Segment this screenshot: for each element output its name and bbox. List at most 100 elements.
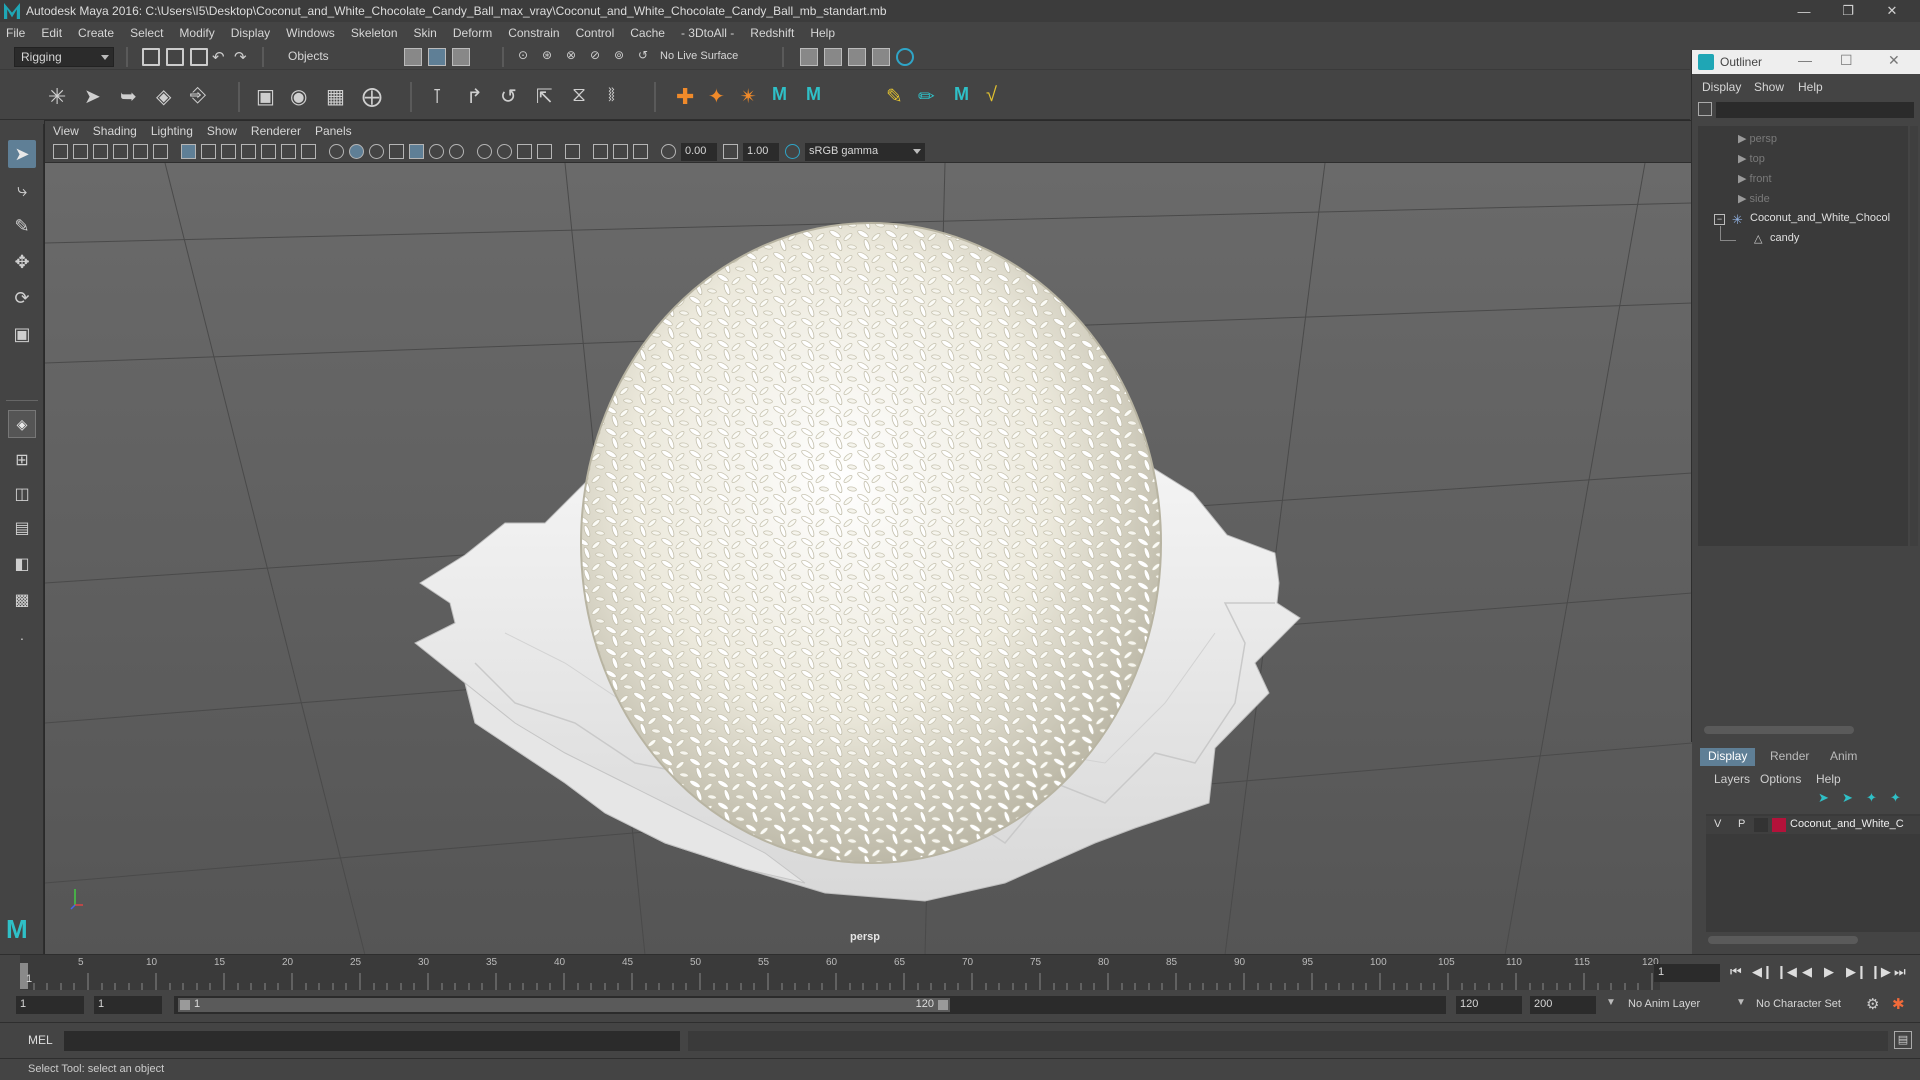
command-language-label[interactable]: MEL xyxy=(28,1033,53,1047)
animation-start-field[interactable]: 1 xyxy=(16,996,84,1014)
menu-control[interactable]: Control xyxy=(576,26,615,40)
menu-windows[interactable]: Windows xyxy=(286,26,335,40)
bookmark-icon[interactable] xyxy=(93,144,108,159)
scale-constraint-icon[interactable]: ⇱ xyxy=(536,84,562,110)
lasso-tool-icon[interactable]: ⤷ xyxy=(8,176,36,204)
motion-blur-icon[interactable] xyxy=(497,144,512,159)
snap-grid-icon[interactable]: ⊙ xyxy=(518,48,536,66)
film-gate-icon[interactable] xyxy=(201,144,216,159)
point-constraint-icon[interactable]: ⊺ xyxy=(432,84,458,110)
scale-tool-icon[interactable]: ▣ xyxy=(8,320,36,348)
shadows-icon[interactable] xyxy=(429,144,444,159)
ipr-render-icon[interactable] xyxy=(848,48,866,66)
wireframe-on-shaded-icon[interactable] xyxy=(369,144,384,159)
field-chart-icon[interactable] xyxy=(261,144,276,159)
step-back-key-icon[interactable]: ❙◀ xyxy=(1776,964,1797,980)
maximize-icon[interactable]: ☐ xyxy=(1840,52,1853,69)
auto-key-icon[interactable]: ⚙ xyxy=(1866,995,1879,1013)
snap-live-icon[interactable]: ↺ xyxy=(638,48,656,66)
safe-action-icon[interactable] xyxy=(281,144,296,159)
paint-skin-icon[interactable]: ✏ xyxy=(918,84,944,110)
textured-icon[interactable] xyxy=(389,144,404,159)
step-back-icon[interactable]: ◀❙ xyxy=(1752,964,1773,980)
new-layer-selected-icon[interactable]: ✦ xyxy=(1890,790,1901,806)
undo-icon[interactable]: ↶ xyxy=(212,48,230,66)
move-tool-icon[interactable]: ✥ xyxy=(8,248,36,276)
select-component-icon[interactable] xyxy=(452,48,470,66)
layer-tab-render[interactable]: Render xyxy=(1762,748,1817,766)
playback-start-field[interactable]: 1 xyxy=(94,996,162,1014)
smooth-shade-icon[interactable] xyxy=(349,144,364,159)
move-layer-up-icon[interactable]: ➤ xyxy=(1818,790,1829,806)
insert-joint-icon[interactable]: ◈ xyxy=(156,84,182,110)
layer-color-swatch[interactable] xyxy=(1772,818,1786,832)
menu-skin[interactable]: Skin xyxy=(414,26,437,40)
lattice-icon[interactable]: ▦ xyxy=(326,84,352,110)
outliner-item-side[interactable]: ▶ side xyxy=(1738,192,1770,205)
camera-select-icon[interactable] xyxy=(53,144,68,159)
close-icon[interactable]: ✕ xyxy=(1888,52,1900,69)
minimize-button[interactable]: — xyxy=(1782,0,1826,22)
range-bar[interactable]: 1 120 xyxy=(174,996,1446,1014)
outliner-search-input[interactable] xyxy=(1716,102,1914,118)
select-hierarchy-icon[interactable] xyxy=(404,48,422,66)
isolate-select-icon[interactable] xyxy=(565,144,580,159)
outliner-tree[interactable]: ▶ persp ▶ top ▶ front ▶ side − ✳ Coconut… xyxy=(1698,126,1908,546)
outliner-item-top[interactable]: ▶ top xyxy=(1738,152,1765,165)
ik-handle-icon[interactable]: ➤ xyxy=(84,84,110,110)
layer-name[interactable]: Coconut_and_White_C xyxy=(1790,818,1920,830)
outliner-item-front[interactable]: ▶ front xyxy=(1738,172,1772,185)
menu-help[interactable]: Help xyxy=(810,26,835,40)
snap-point-icon[interactable]: ⊗ xyxy=(566,48,584,66)
xray-icon[interactable] xyxy=(449,144,464,159)
step-forward-icon[interactable]: ❙▶ xyxy=(1870,964,1891,980)
camera-attributes-icon[interactable] xyxy=(73,144,88,159)
menu-create[interactable]: Create xyxy=(78,26,114,40)
close-button[interactable]: ✕ xyxy=(1870,0,1914,22)
joint-tool-icon[interactable]: ✳ xyxy=(48,84,74,110)
layer-menu-help[interactable]: Help xyxy=(1816,772,1841,786)
menu-file[interactable]: File xyxy=(6,26,25,40)
redo-icon[interactable]: ↷ xyxy=(234,48,252,66)
select-object-icon[interactable] xyxy=(428,48,446,66)
outliner-item-candy[interactable]: candy xyxy=(1770,232,1799,244)
panel-menu-view[interactable]: View xyxy=(53,124,79,138)
outliner-menu-show[interactable]: Show xyxy=(1754,80,1784,94)
character-controls-icon[interactable]: M xyxy=(806,84,832,110)
anti-aliasing-icon[interactable] xyxy=(517,144,532,159)
two-d-pan-icon[interactable] xyxy=(133,144,148,159)
persp-outliner-layout-icon[interactable]: ◧ xyxy=(8,550,36,578)
exposure-field[interactable]: 0.00 xyxy=(681,143,717,161)
color-management-icon[interactable] xyxy=(785,144,800,159)
render-frame-icon[interactable] xyxy=(824,48,842,66)
snap-surface-icon[interactable]: ⊚ xyxy=(614,48,632,66)
minimize-icon[interactable]: — xyxy=(1798,52,1812,68)
orient-constraint-icon[interactable]: ↺ xyxy=(500,84,526,110)
screen-space-ao-icon[interactable] xyxy=(477,144,492,159)
layer-horizontal-scrollbar[interactable] xyxy=(1708,936,1858,944)
live-surface-label[interactable]: No Live Surface xyxy=(660,50,738,62)
hypershade-icon[interactable] xyxy=(896,48,914,66)
mirror-joint-icon[interactable]: ⎆ xyxy=(190,84,216,110)
panel-menu-show[interactable]: Show xyxy=(207,124,237,138)
anim-layer-dropdown[interactable]: No Anim Layer xyxy=(1624,996,1740,1014)
set-key-icon[interactable]: ✦ xyxy=(708,84,734,110)
move-layer-down-icon[interactable]: ➤ xyxy=(1842,790,1853,806)
gamma-field[interactable]: 1.00 xyxy=(743,143,779,161)
select-tool-icon[interactable]: ➤ xyxy=(8,140,36,168)
menu-select[interactable]: Select xyxy=(130,26,163,40)
resolution-gate-icon[interactable] xyxy=(221,144,236,159)
outliner-item-persp[interactable]: ▶ persp xyxy=(1738,132,1777,145)
driven-key-icon[interactable]: ✴ xyxy=(740,84,766,110)
side-by-side-layout-icon[interactable]: ◫ xyxy=(8,480,36,508)
grease-pencil-icon[interactable] xyxy=(153,144,168,159)
display-type-toggle[interactable] xyxy=(1754,818,1768,832)
gate-mask-icon[interactable] xyxy=(241,144,256,159)
safe-title-icon[interactable] xyxy=(301,144,316,159)
rotate-tool-icon[interactable]: ⟳ xyxy=(8,284,36,312)
snap-view-icon[interactable]: ⊘ xyxy=(590,48,608,66)
command-input[interactable] xyxy=(64,1031,680,1051)
snap-curve-icon[interactable]: ⊛ xyxy=(542,48,560,66)
playback-toggle[interactable]: P xyxy=(1738,818,1745,830)
use-all-lights-icon[interactable] xyxy=(409,144,424,159)
